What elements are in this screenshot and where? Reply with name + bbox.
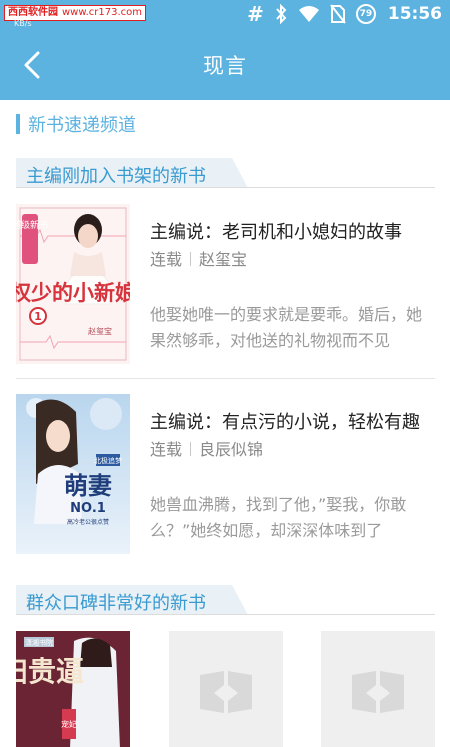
title-bar: 现言 — [0, 28, 450, 100]
svg-text:NO.1: NO.1 — [70, 501, 106, 516]
wifi-icon — [298, 5, 320, 23]
book-author: 赵玺宝 — [199, 250, 248, 269]
status-icons: # 79 15:56 — [247, 0, 442, 28]
book-meta: 连载 良辰似锦 — [150, 436, 263, 460]
book-item[interactable]: 北极追梦 萌妻 NO.1 高冷老公很点赞 主编说：有点污的小说，轻松有趣 连载良… — [16, 394, 435, 556]
svg-text:权少的小新娘: 权少的小新娘 — [16, 280, 130, 305]
svg-text:宠妃: 宠妃 — [61, 719, 77, 729]
svg-text:高冷老公很点赞: 高冷老公很点赞 — [67, 518, 109, 526]
book-placeholder-icon — [200, 671, 252, 713]
book-author: 良辰似锦 — [199, 440, 264, 459]
no-sim-icon — [330, 4, 346, 24]
meta-separator — [190, 252, 192, 266]
book-placeholder-icon — [352, 671, 404, 713]
page-title: 现言 — [203, 54, 247, 78]
book-title: 主编说：老司机和小媳妇的故事 — [150, 222, 402, 243]
svg-text:妇贵逼: 妇贵逼 — [16, 655, 84, 688]
clock: 15:56 — [387, 4, 442, 24]
book-item[interactable]: 超级新书 权少的小新娘 1 赵玺宝 主编说：老司机和小媳妇的故事 连载 赵玺宝 他… — [16, 204, 435, 366]
watermark-site: 西西软件园 — [8, 7, 58, 18]
book-title: 主编说：有点污的小说，轻松有趣 — [150, 412, 420, 433]
bluetooth-icon — [274, 4, 288, 24]
meta-separator — [190, 442, 192, 456]
section-divider — [16, 614, 435, 615]
svg-text:萌妻: 萌妻 — [64, 471, 112, 500]
status-bar: 西西软件园 www.cr173.com KB/s # 79 15:56 — [0, 0, 450, 28]
section-header-popular: 群众口碑非常好的新书 — [16, 585, 435, 615]
svg-text:潇湘书院: 潇湘书院 — [25, 638, 53, 647]
svg-text:赵玺宝: 赵玺宝 — [88, 326, 112, 336]
channel-title: 新书速递频道 — [28, 115, 136, 136]
book-status: 连载 — [150, 250, 183, 269]
svg-text:超级新书: 超级新书 — [16, 219, 48, 231]
book-cover: 超级新书 权少的小新娘 1 赵玺宝 — [16, 204, 130, 364]
section-divider — [16, 187, 435, 188]
grid-book-placeholder[interactable] — [169, 631, 283, 747]
svg-text:1: 1 — [34, 310, 42, 323]
grid-book-placeholder[interactable] — [321, 631, 435, 747]
book-description: 她兽血沸腾，找到了他，”娶我，你敢么？”她终如愿，却深深体味到了 — [150, 495, 407, 540]
book-cover: 北极追梦 萌妻 NO.1 高冷老公很点赞 — [16, 394, 130, 554]
item-divider — [16, 378, 435, 379]
section-header-editor-picks: 主编刚加入书架的新书 — [16, 158, 435, 188]
book-status: 连载 — [150, 440, 183, 459]
book-meta: 连载 赵玺宝 — [150, 246, 247, 270]
channel-header: 新书速递频道 — [16, 112, 136, 136]
watermark-url: www.cr173.com — [62, 7, 143, 18]
section-title: 主编刚加入书架的新书 — [26, 166, 206, 187]
hash-icon: # — [247, 2, 264, 26]
book-description: 他娶她唯一的要求就是要乖。婚后，她果然够乖，对他送的礼物视而不见 — [150, 305, 423, 350]
svg-text:北极追梦: 北极追梦 — [94, 456, 122, 465]
grid-book-cover[interactable]: 潇湘书院 妇贵逼 宠妃 — [16, 631, 130, 747]
battery-icon: 79 — [355, 4, 376, 24]
network-speed: KB/s — [14, 19, 32, 28]
section-title: 群众口碑非常好的新书 — [26, 593, 206, 614]
channel-accent-bar — [16, 114, 20, 134]
